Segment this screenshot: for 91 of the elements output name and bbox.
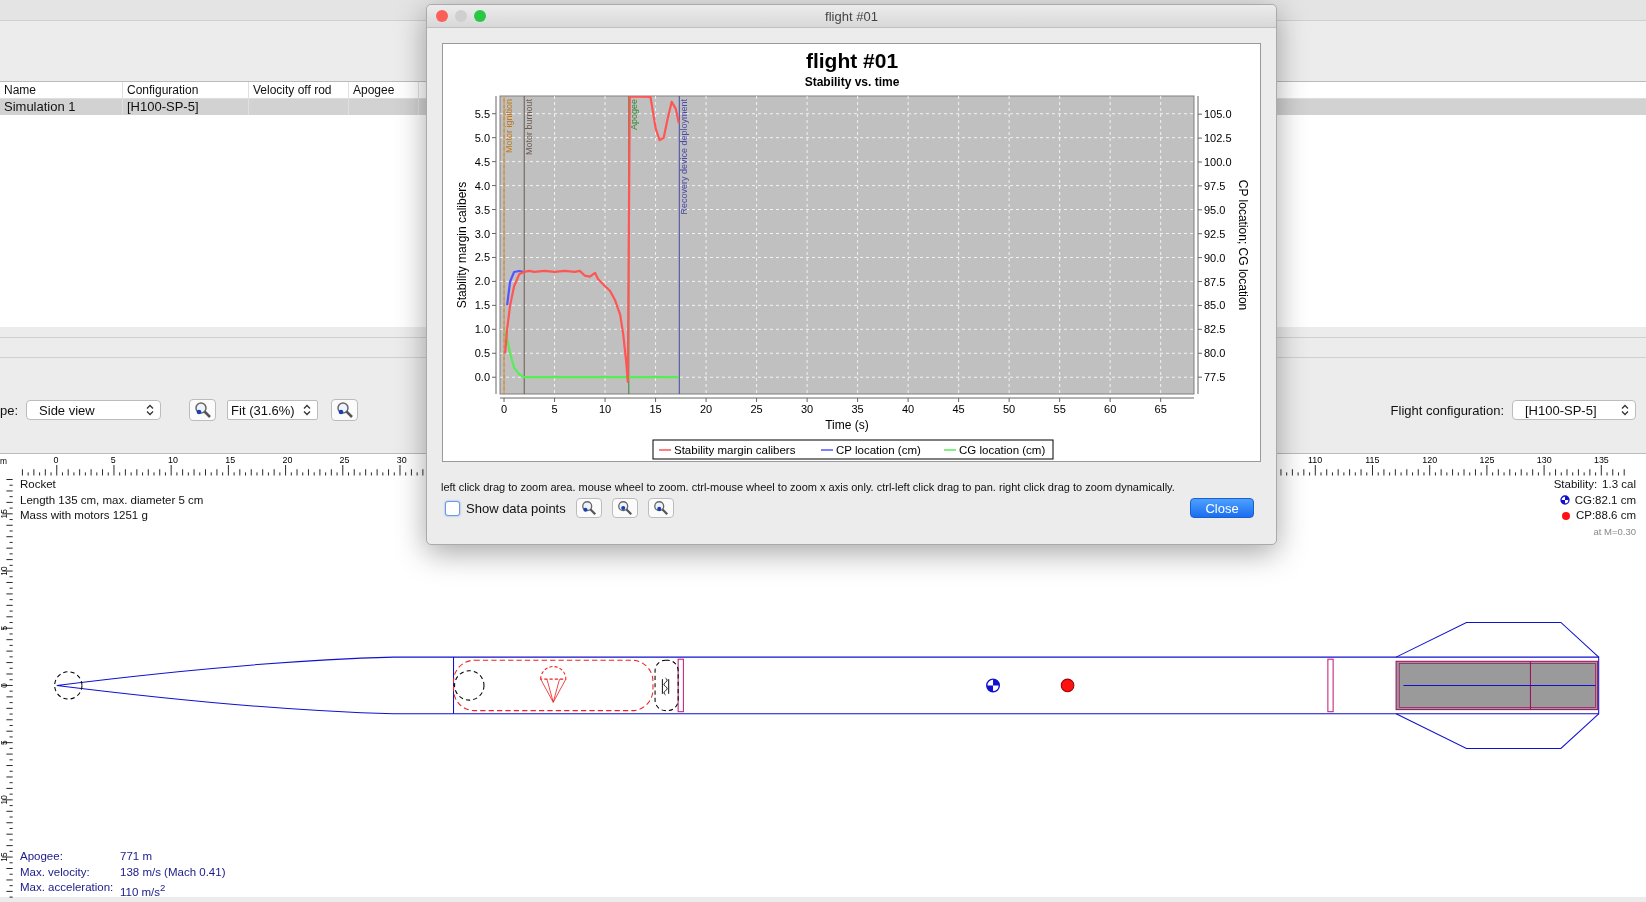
- ruler-unit-label: m: [0, 455, 8, 466]
- ruler-label: 25: [339, 455, 350, 466]
- flight-configuration-label: Flight configuration:: [1390, 402, 1504, 418]
- axis-tick-label: 25: [750, 403, 763, 415]
- axis-tick-label: 82.5: [1204, 323, 1226, 336]
- axis-tick-label: 65: [1154, 403, 1167, 415]
- summary-label: Apogee:: [20, 849, 64, 864]
- ruler-label: 135: [1593, 455, 1609, 466]
- ruler-label: 15: [225, 455, 236, 466]
- axis-tick-label: 92.5: [1204, 227, 1226, 240]
- ruler-label: 125: [1479, 455, 1495, 466]
- axis-tick-label: 0: [501, 403, 508, 415]
- ruler-label: 120: [1422, 455, 1438, 466]
- axis-tick-label: 5.0: [474, 131, 490, 144]
- axis-tick-label: 10: [598, 403, 612, 415]
- ruler-label: 10: [0, 566, 10, 576]
- axis-tick-label: 95.0: [1204, 203, 1226, 216]
- event-label: Motor burnout: [524, 99, 535, 156]
- axis-tick-label: 50: [1003, 403, 1016, 415]
- y-axis-title: Stability margin calibers: [455, 181, 469, 309]
- axis-tick-label: 87.5: [1204, 275, 1226, 288]
- ruler-label: 130: [1536, 455, 1552, 466]
- axis-tick-label: 3.0: [474, 227, 490, 240]
- axis-tick-label: 55: [1053, 403, 1066, 415]
- summary-value: 138 m/s (Mach 0.41): [120, 864, 226, 880]
- ruler-label: 115: [1365, 455, 1380, 466]
- axis-tick-label: 20: [699, 403, 713, 415]
- axis-tick-label: 97.5: [1204, 179, 1226, 192]
- summary-value: 110 m/s$^{2}$: [120, 881, 166, 900]
- legend-label: CP location (cm): [836, 444, 921, 456]
- ruler-label: 15: [0, 509, 10, 519]
- ruler-label: 10: [168, 455, 178, 466]
- stability-label: Stability:: [1553, 477, 1598, 492]
- axis-tick-label: 85.0: [1204, 299, 1226, 312]
- cg-text: CG:82.1 cm: [1574, 492, 1636, 508]
- table-cell: [H100-SP-5]: [123, 99, 249, 115]
- legend-label: CG location (cm): [959, 444, 1046, 456]
- axis-tick-label: 40: [902, 403, 915, 415]
- window-title: flight #01: [825, 8, 878, 24]
- event-label: Apogee: [628, 99, 639, 131]
- axis-tick-label: 5: [551, 403, 558, 415]
- ruler-label: 5: [0, 625, 10, 631]
- x-axis-title: Time (s): [825, 418, 869, 432]
- event-label: Motor ignition: [504, 99, 515, 154]
- rocket-info-text: Length 135 cm, max. diameter 5 cm: [20, 492, 204, 508]
- axis-tick-label: 4.5: [474, 155, 490, 168]
- axis-tick-label: 2.0: [474, 275, 490, 288]
- axis-tick-label: 102.5: [1204, 132, 1232, 145]
- axis-tick-label: 2.5: [474, 251, 490, 264]
- ruler-label: 5: [0, 740, 10, 745]
- mach-text: at M=0.30: [1593, 524, 1636, 539]
- axis-tick-label: 4.0: [474, 179, 490, 192]
- table-cell: Simulation 1: [0, 99, 123, 115]
- axis-tick-label: 15: [649, 403, 662, 415]
- rocket-info-text: Rocket: [20, 477, 57, 492]
- axis-tick-label: 80.0: [1204, 347, 1226, 360]
- help-text: left click drag to zoom area. mouse wheel to zoom. ctrl-mouse wheel to zoom x axis only. ctrl-left click drag to pan. right click drag to zoom dynamically.: [441, 481, 1176, 493]
- ruler-label: 10: [0, 795, 10, 805]
- legend-label: Stability margin calibers: [674, 444, 796, 456]
- ruler-label: 5: [110, 455, 116, 466]
- axis-tick-label: 45: [952, 403, 965, 415]
- axis-tick-label: 77.5: [1204, 371, 1226, 384]
- axis-tick-label: 0.5: [474, 347, 490, 360]
- axis-tick-label: 3.5: [474, 203, 490, 216]
- ruler-label: 30: [396, 455, 407, 466]
- summary-label: Max. velocity:: [20, 864, 91, 880]
- y-axis-title: CP location; CG location: [1236, 179, 1250, 311]
- chart-title: flight #01: [805, 49, 899, 72]
- rocket-info-text: Mass with motors 1251 g: [20, 508, 149, 524]
- summary-label: Max. acceleration:: [20, 880, 115, 896]
- axis-tick-label: 5.5: [474, 107, 490, 120]
- cp-text: CP:88.6 cm: [1575, 508, 1636, 524]
- axis-tick-label: 90.0: [1204, 251, 1226, 264]
- axis-tick-label: 60: [1104, 403, 1117, 415]
- axis-tick-label: 35: [851, 403, 864, 415]
- summary-value: 771 m: [120, 849, 152, 864]
- event-label: Recovery device deployment: [679, 99, 690, 215]
- stability-value: 1.3 cal: [1602, 477, 1636, 492]
- axis-tick-label: 100.0: [1204, 156, 1232, 168]
- ruler-label: 0: [0, 683, 10, 688]
- axis-tick-label: 30: [800, 403, 814, 415]
- ruler-label: 15: [0, 852, 10, 862]
- ruler-label: 20: [282, 455, 293, 466]
- ruler-label: 0: [53, 455, 59, 466]
- ruler-label: 110: [1307, 455, 1323, 466]
- chart-subtitle: Stability vs. time: [804, 75, 900, 89]
- axis-tick-label: 105.0: [1204, 108, 1232, 121]
- view-type-label: pe:: [0, 402, 19, 418]
- axis-tick-label: 1.0: [474, 323, 490, 336]
- axis-tick-label: 0.0: [474, 371, 490, 384]
- axis-tick-label: 1.5: [474, 299, 490, 312]
